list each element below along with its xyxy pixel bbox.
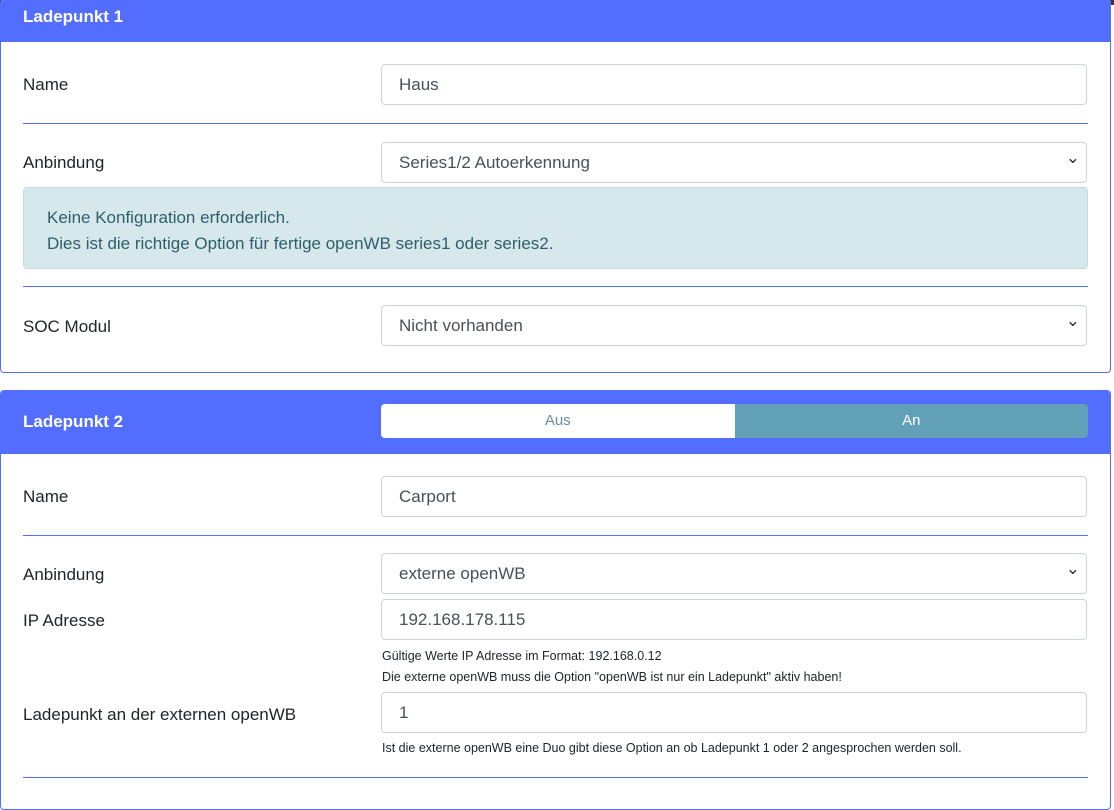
toggle-off-button[interactable]: Aus xyxy=(381,404,735,438)
divider xyxy=(23,123,1088,124)
ip-help-warning: Die externe openWB muss die Option "open… xyxy=(382,670,842,684)
name-input[interactable]: Haus xyxy=(381,64,1087,105)
anbindung-label: Anbindung xyxy=(23,565,105,584)
card-header: Ladepunkt 2 Aus An xyxy=(1,391,1110,454)
name-input[interactable]: Carport xyxy=(381,476,1087,517)
info-alert: Keine Konfiguration erforderlich. Dies i… xyxy=(23,187,1088,269)
ip-label: IP Adresse xyxy=(23,611,105,630)
card-header: Ladepunkt 1 xyxy=(1,0,1110,42)
soc-select[interactable]: Nicht vorhanden xyxy=(381,301,1087,346)
ext-ladepunkt-label: Ladepunkt an der externen openWB xyxy=(23,705,297,724)
card-title: Ladepunkt 1 xyxy=(23,7,124,26)
ip-input[interactable]: 192.168.178.115 xyxy=(381,599,1087,640)
ext-ladepunkt-input[interactable]: 1 xyxy=(381,692,1087,733)
anbindung-select[interactable]: Series1/2 Autoerkennung xyxy=(381,138,1087,183)
info-line: Keine Konfiguration erforderlich. xyxy=(47,208,290,227)
divider xyxy=(23,535,1088,536)
card-ladepunkt-1: Ladepunkt 1 Name Haus Anbindung Series1/… xyxy=(0,0,1111,373)
anbindung-select[interactable]: externe openWB xyxy=(381,549,1087,594)
divider xyxy=(23,286,1088,287)
name-label: Name xyxy=(23,487,69,506)
ext-ladepunkt-help: Ist die externe openWB eine Duo gibt die… xyxy=(382,741,962,755)
card-ladepunkt-2: Ladepunkt 2 Aus An Name Carport Anbindun… xyxy=(0,390,1111,810)
card-title: Ladepunkt 2 xyxy=(23,412,124,431)
info-line: Dies ist die richtige Option für fertige… xyxy=(47,234,554,253)
toggle-on-button[interactable]: An xyxy=(734,404,1088,438)
enable-toggle[interactable]: Aus An xyxy=(381,404,1088,438)
divider xyxy=(23,777,1088,778)
ip-help: Gültige Werte IP Adresse im Format: 192.… xyxy=(382,649,662,663)
soc-label: SOC Modul xyxy=(23,317,111,336)
anbindung-label: Anbindung xyxy=(23,153,105,172)
name-label: Name xyxy=(23,75,69,94)
